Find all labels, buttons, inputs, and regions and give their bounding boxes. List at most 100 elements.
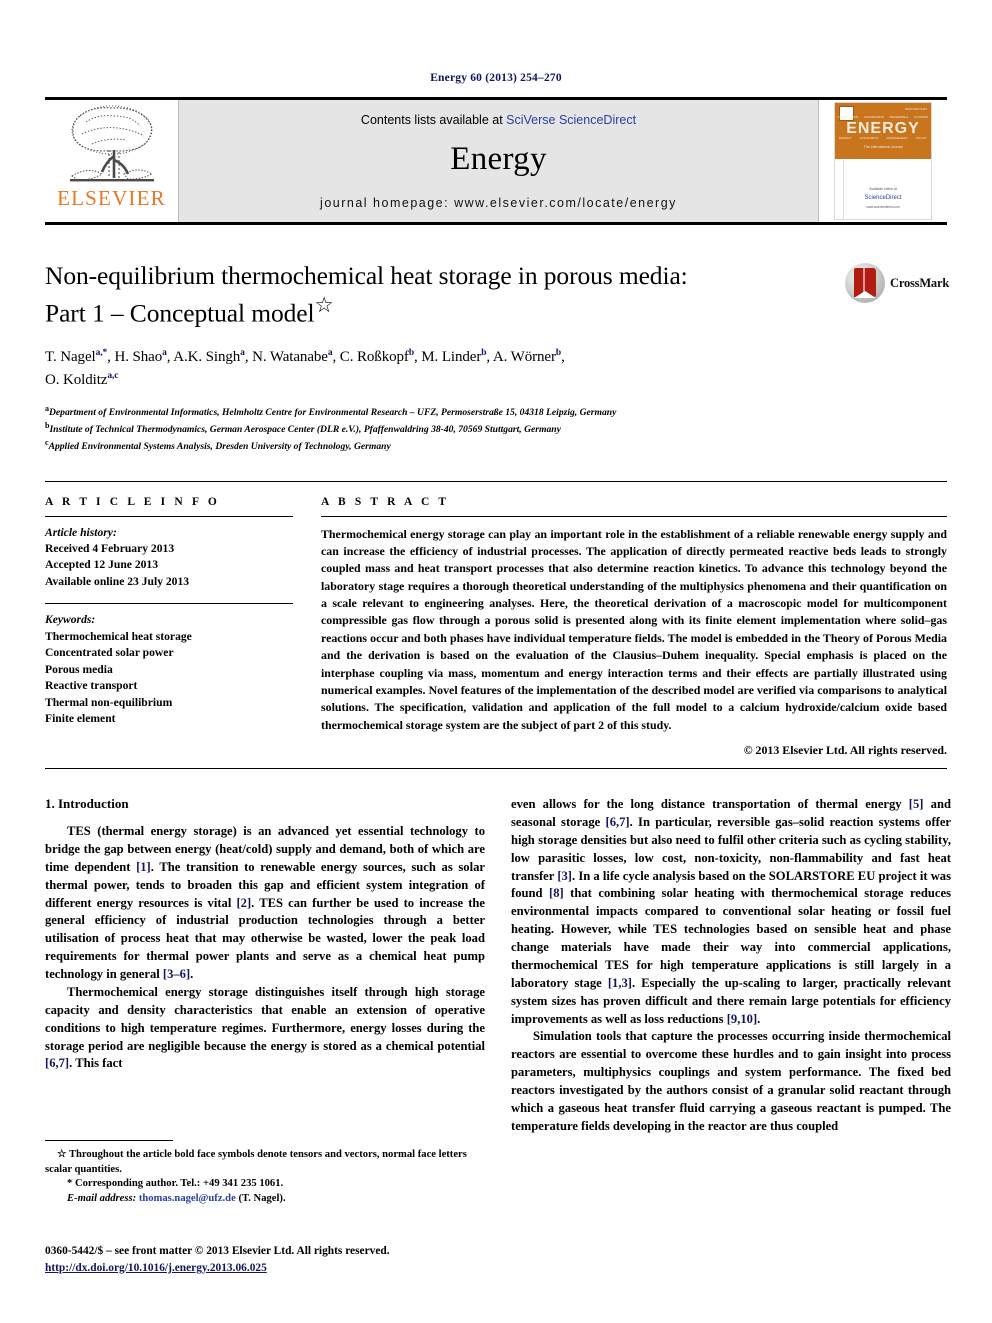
author-list: T. Nagela,*, H. Shaoa, A.K. Singha, N. W… xyxy=(45,347,565,389)
citation-ref[interactable]: [2] xyxy=(236,896,251,910)
email-suffix: (T. Nagel). xyxy=(238,1192,286,1204)
journal-article-page: Energy 60 (2013) 254–270 ELSEVIER Conten… xyxy=(0,0,992,1323)
citation-ref[interactable]: [1,3] xyxy=(608,976,632,990)
body-left-column: 1. Introduction TES (thermal energy stor… xyxy=(45,796,485,1136)
abstract-column: A B S T R A C T Thermochemical energy st… xyxy=(321,496,947,759)
abstract-rule xyxy=(321,515,947,517)
abstract-bottom-rule xyxy=(45,768,947,770)
running-head: Energy 60 (2013) 254–270 xyxy=(430,72,562,84)
keyword-item: Concentrated solar power xyxy=(45,646,174,660)
contents-available-line: Contents lists available at SciVerse Sci… xyxy=(361,113,636,127)
body-columns: 1. Introduction TES (thermal energy stor… xyxy=(45,796,951,1136)
citation-ref[interactable]: [6,7] xyxy=(45,1056,69,1070)
article-info-heading: A R T I C L E I N F O xyxy=(45,495,220,508)
paragraph: Simulation tools that capture the proces… xyxy=(511,1029,951,1133)
keywords-group: Keywords: Thermochemical heat storage Co… xyxy=(45,612,293,727)
keywords-rule xyxy=(45,603,293,605)
article-history-item: Accepted 12 June 2013 xyxy=(45,558,159,572)
article-history-group: Article history: Received 4 February 201… xyxy=(45,525,293,591)
paragraph: TES (thermal energy storage) is an advan… xyxy=(45,824,485,982)
paper-title-line1: Non-equilibrium thermochemical heat stor… xyxy=(45,261,688,290)
journal-cover-thumbnail[interactable]: ISSN 0360-5442 COMBUSTION CONVERSION REN… xyxy=(834,102,932,220)
article-history-item: Received 4 February 2013 xyxy=(45,542,175,556)
citation-ref[interactable]: [3] xyxy=(557,869,572,883)
paragraph: even allows for the long distance transp… xyxy=(511,797,952,1026)
cover-tag: POLICY xyxy=(915,136,927,140)
abstract-text: Thermochemical energy storage can play a… xyxy=(321,526,947,732)
affiliation-list: aDepartment of Environmental Informatics… xyxy=(45,403,947,454)
doi-link[interactable]: http://dx.doi.org/10.1016/j.energy.2013.… xyxy=(45,1260,515,1277)
cover-available-line: Available online at xyxy=(869,187,897,191)
cover-tag: ENERGY xyxy=(839,136,852,140)
crossmark-badge[interactable]: CrossMark xyxy=(845,261,950,305)
imprint-block: 0360-5442/$ – see front matter © 2013 El… xyxy=(45,1243,515,1276)
footnote-corresponding-author: * Corresponding author. Tel.: +49 341 23… xyxy=(67,1178,284,1190)
keyword-item: Thermochemical heat storage xyxy=(45,629,192,643)
contents-prefix: Contents lists available at xyxy=(360,113,507,127)
article-info-column: A R T I C L E I N F O Article history: R… xyxy=(45,496,293,759)
title-area: CrossMark Non-equilibrium thermochemical… xyxy=(45,259,950,455)
body-right-column: even allows for the long distance transp… xyxy=(511,796,951,1136)
citation-ref[interactable]: [9,10] xyxy=(727,1012,757,1026)
cover-sciencedirect-url: www.sciencedirect.com xyxy=(866,205,900,209)
imprint-frontmatter-line: 0360-5442/$ – see front matter © 2013 El… xyxy=(45,1245,390,1257)
footnote-email-line: E-mail address: thomas.nagel@ufz.de (T. … xyxy=(45,1192,485,1207)
journal-title: Energy xyxy=(450,141,547,177)
cover-top-panel: ISSN 0360-5442 COMBUSTION CONVERSION REN… xyxy=(835,103,931,159)
cover-issn-text: ISSN 0360-5442 xyxy=(904,107,927,111)
cover-spine-line xyxy=(843,160,844,219)
citation-ref[interactable]: [1] xyxy=(136,860,151,874)
elsevier-wordmark: ELSEVIER xyxy=(57,186,166,210)
abstract-heading: A B S T R A C T xyxy=(321,495,450,508)
section-heading-introduction: 1. Introduction xyxy=(45,796,129,812)
keyword-item: Reactive transport xyxy=(45,679,138,693)
info-abstract-region: A R T I C L E I N F O Article history: R… xyxy=(45,480,947,759)
cover-tags-top: COMBUSTION CONVERSION RENEWABLE SYSTEMS xyxy=(835,115,931,119)
cover-tag: COMBUSTION xyxy=(837,115,859,119)
citation-ref[interactable]: [6,7] xyxy=(606,815,630,829)
cover-tag: MANAGEMENT xyxy=(886,136,908,140)
cover-tag: ECONOMICS xyxy=(859,136,879,140)
abstract-copyright: © 2013 Elsevier Ltd. All rights reserved… xyxy=(743,743,947,758)
footnote-block: ☆ Throughout the article bold face symbo… xyxy=(45,1140,485,1206)
affiliation-text: Applied Environmental Systems Analysis, … xyxy=(48,441,391,453)
journal-masthead: ELSEVIER Contents lists available at Sci… xyxy=(45,97,947,225)
footnote-star-note: ☆ Throughout the article bold face symbo… xyxy=(45,1149,467,1175)
journal-homepage-link[interactable]: journal homepage: www.elsevier.com/locat… xyxy=(320,196,677,210)
keyword-item: Porous media xyxy=(45,662,113,676)
paragraph: Thermochemical energy storage distinguis… xyxy=(45,984,485,1071)
crossmark-label: CrossMark xyxy=(890,275,950,290)
affiliation-item: aDepartment of Environmental Informatics… xyxy=(45,403,947,420)
affiliation-item: cApplied Environmental Systems Analysis,… xyxy=(45,437,947,454)
journal-cover-block: ISSN 0360-5442 COMBUSTION CONVERSION REN… xyxy=(819,100,947,222)
page-title: Non-equilibrium thermochemical heat stor… xyxy=(45,259,947,330)
keywords-label: Keywords: xyxy=(45,613,96,627)
cover-tags-bottom: ENERGY ECONOMICS MANAGEMENT POLICY xyxy=(835,136,931,140)
keyword-item: Finite element xyxy=(45,712,116,726)
journal-band: Contents lists available at SciVerse Sci… xyxy=(178,100,819,222)
affiliation-text: Institute of Technical Thermodynamics, G… xyxy=(49,424,561,436)
citation-ref[interactable]: [3–6] xyxy=(163,967,190,981)
cover-sciencedirect-label: ScienceDirect xyxy=(864,195,902,201)
cover-bottom-panel: Available online at ScienceDirect www.sc… xyxy=(835,159,931,218)
sciencedirect-link[interactable]: SciVerse ScienceDirect xyxy=(506,113,636,127)
crossmark-book-shape xyxy=(854,268,876,298)
elsevier-tree-icon xyxy=(69,105,154,182)
citation-ref[interactable]: [5] xyxy=(909,797,924,811)
paper-title-line2: Part 1 – Conceptual model xyxy=(45,298,315,328)
cover-subtitle: The International Journal xyxy=(863,145,903,149)
affiliation-text: Department of Environmental Informatics,… xyxy=(49,407,617,419)
elsevier-logo-block: ELSEVIER xyxy=(45,100,178,222)
article-info-rule xyxy=(45,515,293,517)
affiliation-item: bInstitute of Technical Thermodynamics, … xyxy=(45,420,947,437)
keyword-item: Thermal non-equilibrium xyxy=(45,695,173,709)
email-label: E-mail address: xyxy=(67,1192,137,1204)
footnote-divider xyxy=(45,1140,173,1141)
crossmark-icon xyxy=(845,263,885,303)
cover-tag: CONVERSION xyxy=(863,115,884,119)
title-footnote-marker: ☆ xyxy=(314,293,334,318)
email-link[interactable]: thomas.nagel@ufz.de xyxy=(139,1193,236,1204)
citation-ref[interactable]: [8] xyxy=(549,886,564,900)
article-history-item: Available online 23 July 2013 xyxy=(45,574,190,588)
article-history-label: Article history: xyxy=(45,525,117,539)
